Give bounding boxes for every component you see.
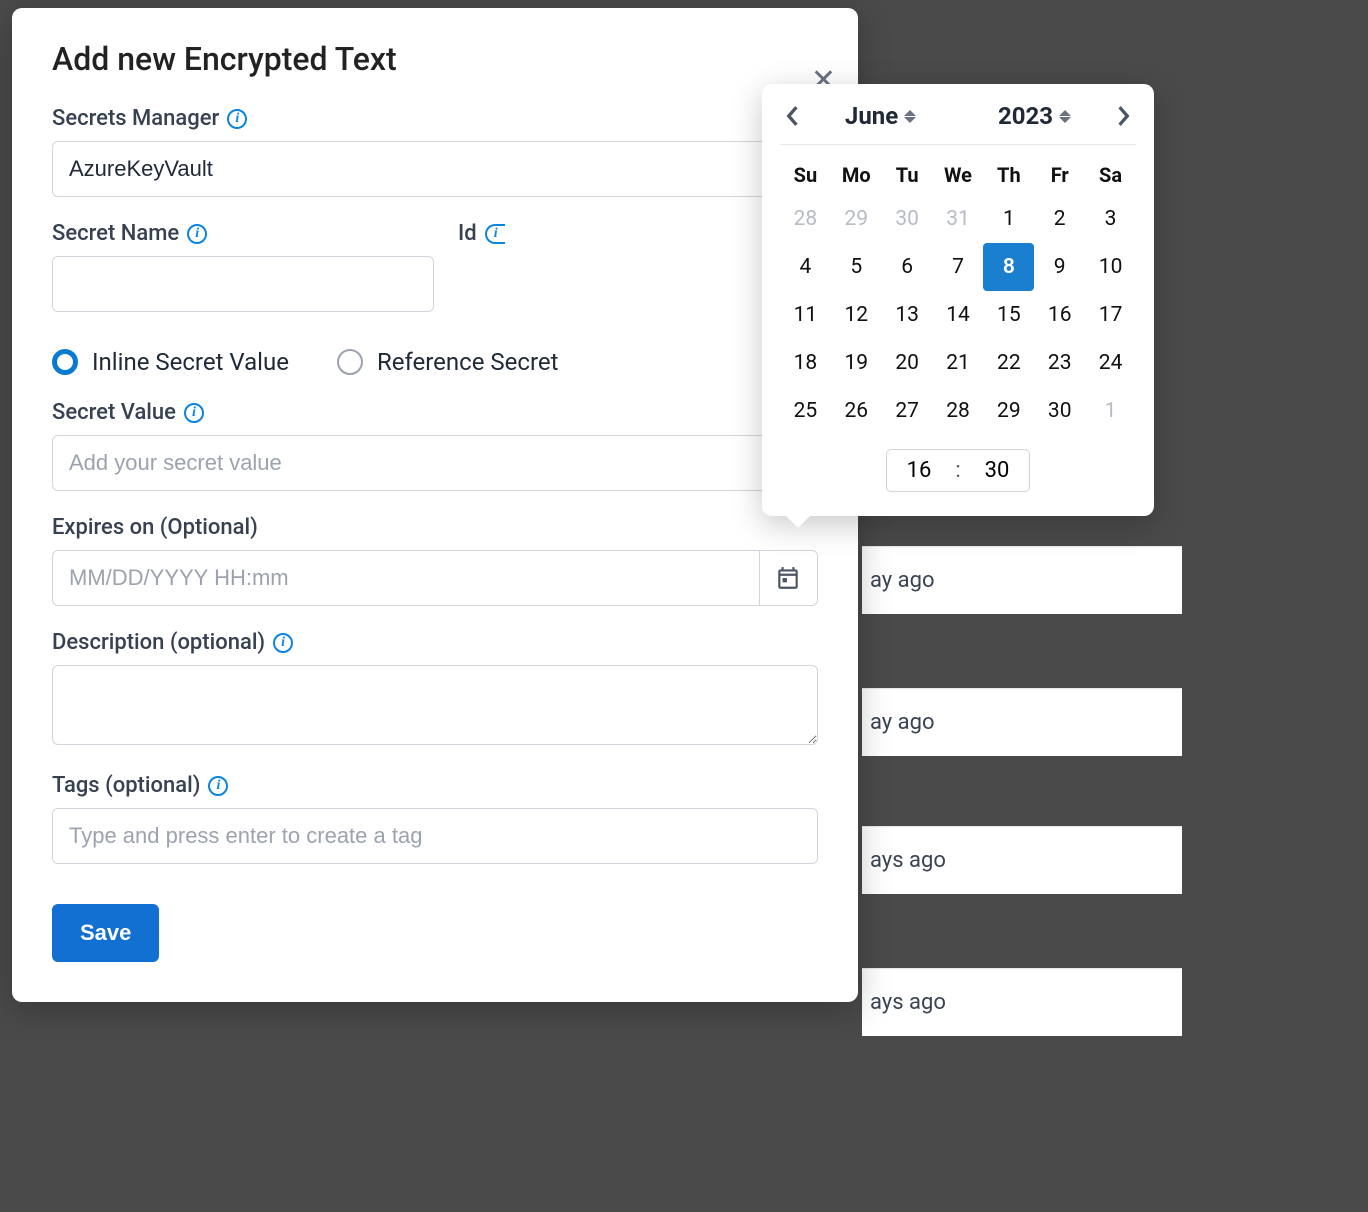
secret-type-radio-group: Inline Secret Value Reference Secret (52, 348, 818, 376)
weekday-header: Th (983, 155, 1034, 195)
info-icon[interactable]: i (184, 403, 204, 423)
calendar-day[interactable]: 15 (983, 291, 1034, 339)
calendar-day[interactable]: 5 (831, 243, 882, 291)
sort-icon (1059, 110, 1071, 123)
calendar-button[interactable] (759, 550, 818, 606)
bg-list-row: ay ago (862, 546, 1182, 614)
expires-label: Expires on (Optional) (52, 515, 818, 540)
secret-name-label: Secret Name i (52, 221, 434, 246)
info-icon[interactable]: i (485, 224, 505, 244)
secrets-manager-label: Secrets Manager i (52, 106, 818, 131)
weekday-header: We (933, 155, 984, 195)
calendar-day[interactable]: 30 (882, 195, 933, 243)
secret-value-input[interactable] (52, 435, 818, 491)
month-select[interactable]: June (845, 102, 916, 130)
calendar-day[interactable]: 23 (1034, 339, 1085, 387)
calendar-day[interactable]: 22 (983, 339, 1034, 387)
calendar-day[interactable]: 17 (1085, 291, 1136, 339)
add-encrypted-text-modal: ✕ Add new Encrypted Text Secrets Manager… (12, 8, 858, 1002)
calendar-day[interactable]: 7 (933, 243, 984, 291)
radio-icon (52, 349, 78, 375)
description-label: Description (optional) i (52, 630, 818, 655)
date-picker-popover: June 2023 SuMoTuWeThFrSa2829303112345678… (762, 84, 1154, 516)
expires-input[interactable] (52, 550, 759, 606)
calendar-icon (775, 565, 801, 591)
calendar-day[interactable]: 4 (780, 243, 831, 291)
secret-value-label: Secret Value i (52, 400, 818, 425)
modal-title: Add new Encrypted Text (52, 40, 818, 78)
secret-name-input[interactable] (52, 256, 434, 312)
info-icon[interactable]: i (208, 776, 228, 796)
radio-icon (337, 349, 363, 375)
calendar-day[interactable]: 9 (1034, 243, 1085, 291)
bg-list-row: ay ago (862, 688, 1182, 756)
calendar-day[interactable]: 24 (1085, 339, 1136, 387)
calendar-day[interactable]: 28 (933, 387, 984, 435)
chevron-left-icon (785, 105, 799, 127)
calendar-day[interactable]: 27 (882, 387, 933, 435)
calendar-day[interactable]: 29 (831, 195, 882, 243)
radio-reference-secret[interactable]: Reference Secret (337, 348, 558, 376)
description-textarea[interactable] (52, 665, 818, 745)
calendar-grid: SuMoTuWeThFrSa28293031123456789101112131… (780, 155, 1136, 435)
bg-list-row: ays ago (862, 826, 1182, 894)
calendar-day[interactable]: 11 (780, 291, 831, 339)
calendar-day[interactable]: 8 (983, 243, 1034, 291)
calendar-day[interactable]: 31 (933, 195, 984, 243)
calendar-day[interactable]: 12 (831, 291, 882, 339)
calendar-day[interactable]: 26 (831, 387, 882, 435)
calendar-day[interactable]: 1 (983, 195, 1034, 243)
calendar-day[interactable]: 10 (1085, 243, 1136, 291)
calendar-day[interactable]: 18 (780, 339, 831, 387)
hour-input[interactable]: 16 (901, 458, 938, 483)
calendar-day[interactable]: 16 (1034, 291, 1085, 339)
calendar-day[interactable]: 2 (1034, 195, 1085, 243)
weekday-header: Su (780, 155, 831, 195)
calendar-day[interactable]: 30 (1034, 387, 1085, 435)
chevron-right-icon (1117, 105, 1131, 127)
info-icon[interactable]: i (227, 109, 247, 129)
weekday-header: Fr (1034, 155, 1085, 195)
calendar-day[interactable]: 29 (983, 387, 1034, 435)
next-month-button[interactable] (1112, 104, 1136, 128)
info-icon[interactable]: i (187, 224, 207, 244)
year-select[interactable]: 2023 (998, 102, 1071, 130)
calendar-day[interactable]: 6 (882, 243, 933, 291)
calendar-day[interactable]: 1 (1085, 387, 1136, 435)
info-icon[interactable]: i (273, 633, 293, 653)
minute-input[interactable]: 30 (979, 458, 1016, 483)
calendar-day[interactable]: 21 (933, 339, 984, 387)
tags-label: Tags (optional) i (52, 773, 818, 798)
tags-input[interactable] (52, 808, 818, 864)
calendar-day[interactable]: 3 (1085, 195, 1136, 243)
time-picker[interactable]: 16 : 30 (886, 449, 1031, 492)
weekday-header: Tu (882, 155, 933, 195)
weekday-header: Sa (1085, 155, 1136, 195)
weekday-header: Mo (831, 155, 882, 195)
calendar-day[interactable]: 20 (882, 339, 933, 387)
calendar-day[interactable]: 13 (882, 291, 933, 339)
save-button[interactable]: Save (52, 904, 159, 962)
calendar-day[interactable]: 28 (780, 195, 831, 243)
bg-list-row: ays ago (862, 968, 1182, 1036)
radio-inline-secret[interactable]: Inline Secret Value (52, 348, 289, 376)
calendar-day[interactable]: 25 (780, 387, 831, 435)
calendar-day[interactable]: 14 (933, 291, 984, 339)
calendar-day[interactable]: 19 (831, 339, 882, 387)
prev-month-button[interactable] (780, 104, 804, 128)
sort-icon (904, 110, 916, 123)
secrets-manager-select[interactable] (52, 141, 818, 197)
